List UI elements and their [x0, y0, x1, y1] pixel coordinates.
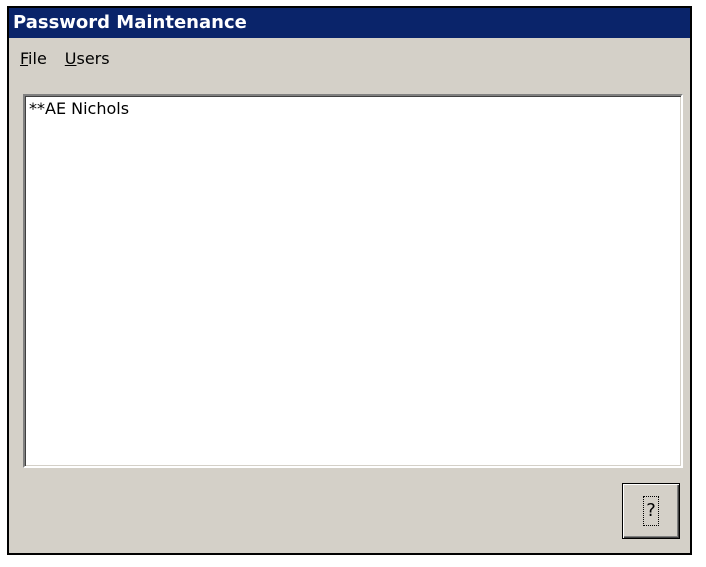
menu-bar: File Users	[9, 44, 690, 72]
menu-users[interactable]: Users	[58, 47, 117, 70]
window-title: Password Maintenance	[9, 8, 690, 38]
menu-file-label: ile	[28, 48, 47, 68]
password-maintenance-window: Password Maintenance File Users **AE Nic…	[7, 6, 692, 555]
users-listbox[interactable]: **AE Nichols	[23, 94, 683, 468]
menu-users-accel: U	[64, 48, 77, 68]
menu-file-accel: F	[20, 48, 29, 68]
list-item[interactable]: **AE Nichols	[25, 96, 681, 118]
help-button[interactable]: ?	[622, 483, 680, 539]
menu-file[interactable]: File	[13, 47, 54, 70]
help-button-label: ?	[643, 496, 659, 526]
menu-users-label: sers	[76, 48, 110, 68]
